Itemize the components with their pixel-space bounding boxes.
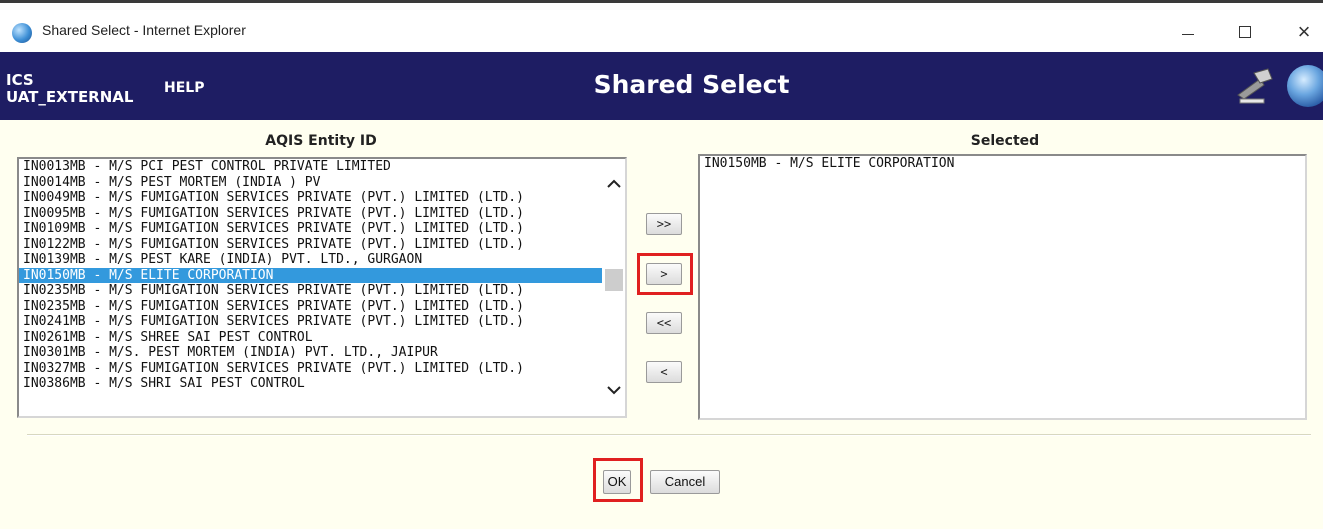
remove-button[interactable]: < xyxy=(646,361,682,383)
shared-select-panel: AQIS Entity ID Selected IN0013MB - M/S P… xyxy=(0,120,1323,529)
maximize-icon xyxy=(1239,26,1251,38)
available-list-item[interactable]: IN0386MB - M/S SHRI SAI PEST CONTROL xyxy=(19,376,625,392)
scroll-down-arrow-icon[interactable] xyxy=(603,379,625,401)
selected-list-item[interactable]: IN0150MB - M/S ELITE CORPORATION xyxy=(700,156,1305,172)
hammer-icon[interactable] xyxy=(1234,65,1274,105)
internet-explorer-icon xyxy=(12,23,32,43)
available-list-item[interactable]: IN0122MB - M/S FUMIGATION SERVICES PRIVA… xyxy=(19,237,625,253)
selected-list-heading: Selected xyxy=(970,133,1040,149)
available-list-item[interactable]: IN0261MB - M/S SHREE SAI PEST CONTROL xyxy=(19,330,625,346)
globe-icon[interactable] xyxy=(1287,65,1323,107)
window-title: Shared Select - Internet Explorer xyxy=(42,22,246,38)
minimize-button[interactable] xyxy=(1172,17,1202,47)
ok-button-highlight xyxy=(593,458,643,502)
available-list-heading: AQIS Entity ID xyxy=(265,133,377,149)
scroll-up-arrow-icon[interactable] xyxy=(603,173,625,195)
remove-all-button[interactable]: << xyxy=(646,312,682,334)
add-button-highlight xyxy=(637,253,693,295)
app-header: ICS UAT_EXTERNAL HELP Shared Select xyxy=(0,52,1323,120)
available-list-item[interactable]: IN0301MB - M/S. PEST MORTEM (INDIA) PVT.… xyxy=(19,345,625,361)
available-list-item[interactable]: IN0049MB - M/S FUMIGATION SERVICES PRIVA… xyxy=(19,190,625,206)
available-list-item[interactable]: IN0241MB - M/S FUMIGATION SERVICES PRIVA… xyxy=(19,314,625,330)
selected-items: IN0150MB - M/S ELITE CORPORATION xyxy=(700,156,1305,172)
available-items: IN0013MB - M/S PCI PEST CONTROL PRIVATE … xyxy=(19,159,625,392)
minimize-icon xyxy=(1182,34,1194,35)
available-list-item[interactable]: IN0150MB - M/S ELITE CORPORATION xyxy=(19,267,602,283)
available-list-item[interactable]: IN0235MB - M/S FUMIGATION SERVICES PRIVA… xyxy=(19,299,625,315)
window-title-bar: Shared Select - Internet Explorer × xyxy=(0,0,1323,52)
scroll-thumb[interactable] xyxy=(605,269,623,291)
available-list-item[interactable]: IN0139MB - M/S PEST KARE (INDIA) PVT. LT… xyxy=(19,252,625,268)
close-icon: × xyxy=(1297,19,1311,44)
available-list-item[interactable]: IN0013MB - M/S PCI PEST CONTROL PRIVATE … xyxy=(19,159,625,175)
close-button[interactable]: × xyxy=(1289,17,1319,47)
maximize-button[interactable] xyxy=(1230,17,1260,47)
available-entities-list[interactable]: IN0013MB - M/S PCI PEST CONTROL PRIVATE … xyxy=(17,157,627,418)
available-list-scrollbar[interactable] xyxy=(603,159,625,416)
available-list-item[interactable]: IN0109MB - M/S FUMIGATION SERVICES PRIVA… xyxy=(19,221,625,237)
page-title: Shared Select xyxy=(593,70,790,99)
available-list-item[interactable]: IN0095MB - M/S FUMIGATION SERVICES PRIVA… xyxy=(19,206,625,222)
available-list-item[interactable]: IN0327MB - M/S FUMIGATION SERVICES PRIVA… xyxy=(19,361,625,377)
selected-entities-list[interactable]: IN0150MB - M/S ELITE CORPORATION xyxy=(698,154,1307,420)
available-list-item[interactable]: IN0014MB - M/S PEST MORTEM (INDIA ) PV xyxy=(19,175,625,191)
add-all-button[interactable]: >> xyxy=(646,213,682,235)
divider xyxy=(27,434,1311,436)
available-list-item[interactable]: IN0235MB - M/S FUMIGATION SERVICES PRIVA… xyxy=(19,283,625,299)
cancel-button[interactable]: Cancel xyxy=(650,470,720,494)
